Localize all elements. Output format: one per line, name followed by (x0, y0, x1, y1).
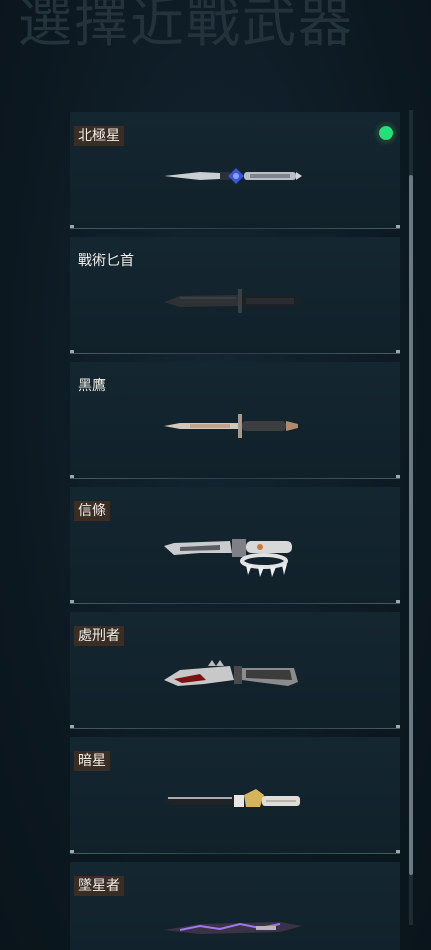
purple-blade-knife-icon (164, 922, 302, 934)
serrated-bloody-knife-icon (164, 660, 298, 686)
weapon-card-black-eagle[interactable]: 黑鷹 (70, 362, 400, 479)
weapon-card-dark-star[interactable]: 暗星 (70, 737, 400, 854)
weapon-card-executioner[interactable]: 處刑者 (70, 612, 400, 729)
weapon-name: 戰術匕首 (78, 253, 134, 269)
stiletto-knife-icon (164, 414, 298, 438)
equipped-indicator-icon (379, 126, 393, 140)
spiked-knuckle-knife-icon (164, 539, 292, 577)
weapon-name: 信條 (74, 501, 110, 521)
weapon-name: 黑鷹 (78, 378, 106, 394)
weapon-card-tactical-dagger[interactable]: 戰術匕首 (70, 237, 400, 354)
gold-tanto-knife-icon (166, 789, 300, 807)
weapon-card-creed[interactable]: 信條 (70, 487, 400, 604)
weapon-name: 暗星 (74, 751, 110, 771)
weapon-card-star-faller[interactable]: 墜星者 (70, 862, 400, 950)
page-title: 選擇近戰武器 (18, 0, 354, 48)
weapon-name: 北極星 (74, 126, 124, 146)
weapon-list[interactable]: 北極星 戰術匕首 黑鷹 信條 處刑者 暗星 墜星者 (70, 112, 400, 950)
weapon-card-polaris[interactable]: 北極星 (70, 112, 400, 229)
weapon-name: 處刑者 (74, 626, 124, 646)
scrollbar-thumb[interactable] (409, 175, 413, 875)
weapon-name: 墜星者 (74, 876, 124, 896)
dagger-blue-gem-icon (164, 168, 302, 184)
tactical-knife-icon (164, 289, 298, 313)
